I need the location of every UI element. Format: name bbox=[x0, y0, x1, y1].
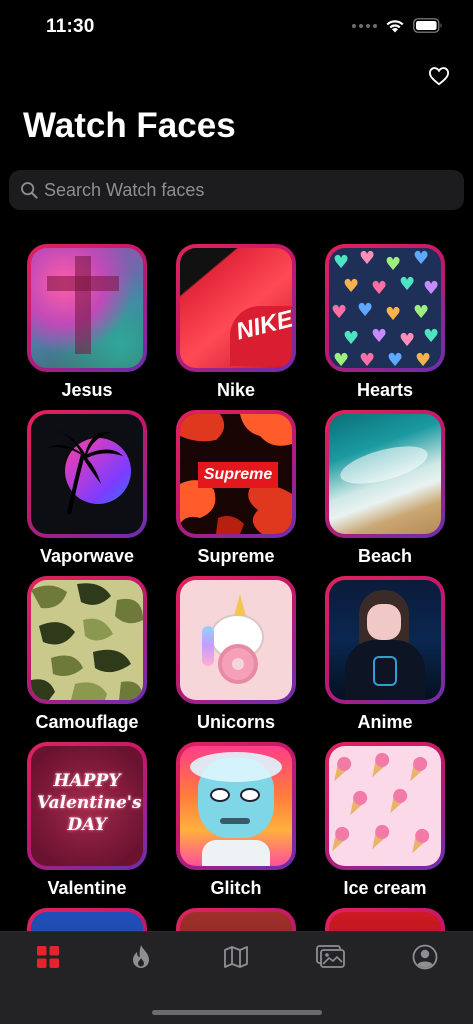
ice-cream-pattern bbox=[332, 752, 430, 854]
tab-grid[interactable] bbox=[34, 944, 62, 970]
tile-frame bbox=[176, 576, 296, 704]
tab-profile[interactable] bbox=[411, 944, 439, 970]
tile-label: Unicorns bbox=[196, 712, 275, 732]
watch-face-ice-cream[interactable]: Ice cream bbox=[325, 742, 445, 899]
wifi-icon bbox=[386, 20, 404, 33]
status-icons bbox=[352, 18, 443, 33]
svg-text:♥: ♥ bbox=[359, 248, 375, 269]
favorites-heart-icon[interactable] bbox=[428, 66, 450, 86]
tile-label: Nike bbox=[216, 380, 256, 400]
map-icon bbox=[224, 946, 248, 968]
camouflage-thumbnail bbox=[31, 580, 143, 700]
svg-text:♥: ♥ bbox=[399, 330, 415, 351]
tile-label: Camouflage bbox=[35, 712, 139, 732]
ice-cream-thumbnail bbox=[329, 746, 441, 866]
camouflage-pattern bbox=[31, 583, 143, 700]
watch-face-beach[interactable]: Beach bbox=[325, 410, 445, 567]
svg-text:♥: ♥ bbox=[331, 302, 347, 323]
tile-label: Ice cream bbox=[343, 878, 427, 898]
svg-text:♥: ♥ bbox=[371, 278, 387, 299]
search-bar[interactable] bbox=[9, 170, 464, 210]
watch-face-glitch[interactable]: Glitch bbox=[176, 742, 296, 899]
watch-face-nike[interactable]: NIKE Nike bbox=[176, 244, 296, 401]
tile-label: Jesus bbox=[61, 380, 113, 400]
svg-text:♥: ♥ bbox=[385, 304, 401, 325]
profile-icon bbox=[412, 944, 438, 970]
svg-text:♥: ♥ bbox=[343, 328, 359, 349]
svg-text:♥: ♥ bbox=[423, 278, 439, 299]
status-bar: 11:30 bbox=[0, 0, 473, 52]
tile-frame: ♥ ♥ ♥ ♥ ♥ ♥ ♥ ♥ ♥ ♥ ♥ ♥ ♥ ♥ ♥ ♥ ♥ ♥ ♥ ♥ bbox=[325, 244, 445, 372]
search-input[interactable] bbox=[44, 179, 464, 201]
watch-face-unicorns[interactable]: Unicorns bbox=[176, 576, 296, 733]
anime-thumbnail bbox=[329, 580, 441, 700]
flame-icon bbox=[133, 945, 149, 968]
status-time: 11:30 bbox=[46, 16, 95, 37]
battery-icon bbox=[413, 18, 442, 33]
grid-icon bbox=[37, 946, 59, 968]
tile-label: Beach bbox=[357, 546, 413, 566]
svg-text:♥: ♥ bbox=[357, 300, 373, 321]
tile-label: Glitch bbox=[210, 878, 262, 898]
tile-frame bbox=[27, 410, 147, 538]
svg-text:♥: ♥ bbox=[359, 350, 375, 368]
tile-label: Hearts bbox=[356, 380, 414, 400]
svg-text:♥: ♥ bbox=[413, 302, 429, 323]
search-icon bbox=[21, 182, 38, 199]
watch-face-valentine[interactable]: HAPPY Valentine's DAY Valentine bbox=[27, 742, 147, 899]
supreme-logo-text: Supreme bbox=[203, 466, 273, 483]
beach-thumbnail bbox=[329, 414, 441, 534]
unicorns-thumbnail bbox=[180, 580, 292, 700]
home-indicator bbox=[152, 1010, 322, 1015]
tile-frame bbox=[27, 244, 147, 372]
tile-label: Supreme bbox=[197, 546, 275, 566]
tile-frame bbox=[325, 410, 445, 538]
watch-face-camouflage[interactable]: Camouflage bbox=[27, 576, 147, 733]
svg-text:♥: ♥ bbox=[415, 350, 431, 368]
supreme-thumbnail: Supreme bbox=[180, 414, 292, 534]
tile-frame: NIKE bbox=[176, 244, 296, 372]
tab-explore[interactable] bbox=[222, 944, 250, 970]
tile-frame bbox=[325, 576, 445, 704]
svg-text:♥: ♥ bbox=[385, 254, 401, 275]
tab-gallery[interactable] bbox=[315, 944, 347, 970]
tile-frame: HAPPY Valentine's DAY bbox=[27, 742, 147, 870]
valentine-art-text: HAPPY Valentine's DAY bbox=[37, 771, 142, 835]
tile-label: Anime bbox=[357, 712, 413, 732]
tile-frame bbox=[176, 742, 296, 870]
glitch-thumbnail bbox=[180, 746, 292, 866]
watch-face-jesus[interactable]: Jesus bbox=[27, 244, 147, 401]
tile-frame: Supreme bbox=[176, 410, 296, 538]
nike-thumbnail: NIKE bbox=[180, 248, 292, 368]
watch-face-vaporwave[interactable]: Vaporwave bbox=[27, 410, 147, 567]
page-title: Watch Faces bbox=[23, 106, 236, 145]
svg-text:♥: ♥ bbox=[333, 252, 349, 273]
watch-face-anime[interactable]: Anime bbox=[325, 576, 445, 733]
tile-label: Valentine bbox=[47, 878, 127, 898]
svg-text:♥: ♥ bbox=[371, 326, 387, 347]
tile-frame bbox=[27, 576, 147, 704]
watch-face-supreme[interactable]: Supreme Supreme bbox=[176, 410, 296, 567]
tile-label: Vaporwave bbox=[39, 546, 135, 566]
svg-text:♥: ♥ bbox=[343, 276, 359, 297]
tile-frame bbox=[325, 742, 445, 870]
photos-icon bbox=[316, 945, 345, 968]
cellular-signal-icon bbox=[352, 23, 377, 28]
svg-text:♥: ♥ bbox=[399, 274, 415, 295]
svg-text:♥: ♥ bbox=[333, 350, 349, 368]
hearts-thumbnail: ♥ ♥ ♥ ♥ ♥ ♥ ♥ ♥ ♥ ♥ ♥ ♥ ♥ ♥ ♥ ♥ ♥ ♥ ♥ ♥ bbox=[329, 248, 441, 368]
svg-text:♥: ♥ bbox=[387, 350, 403, 368]
svg-text:♥: ♥ bbox=[423, 326, 439, 347]
valentine-thumbnail: HAPPY Valentine's DAY bbox=[31, 746, 143, 866]
svg-text:♥: ♥ bbox=[413, 248, 429, 269]
hearts-pattern: ♥ ♥ ♥ ♥ ♥ ♥ ♥ ♥ ♥ ♥ ♥ ♥ ♥ ♥ ♥ ♥ ♥ ♥ ♥ ♥ bbox=[331, 248, 439, 368]
jesus-thumbnail bbox=[31, 248, 143, 368]
tab-popular[interactable] bbox=[127, 944, 155, 970]
vaporwave-thumbnail bbox=[31, 414, 143, 534]
watch-face-hearts[interactable]: ♥ ♥ ♥ ♥ ♥ ♥ ♥ ♥ ♥ ♥ ♥ ♥ ♥ ♥ ♥ ♥ ♥ ♥ ♥ ♥ Hearts bbox=[325, 244, 445, 401]
palm-tree-icon bbox=[47, 430, 123, 515]
